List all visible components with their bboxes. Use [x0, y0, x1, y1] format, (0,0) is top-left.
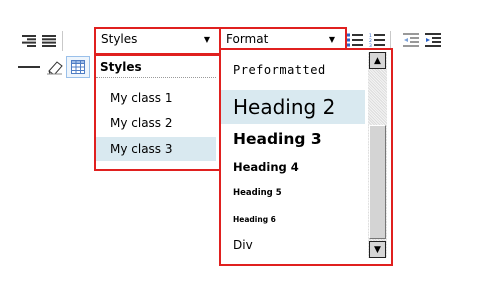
table-icon	[71, 60, 85, 74]
bulleted-list-icon[interactable]	[346, 31, 364, 49]
styles-option-my-class-2[interactable]: My class 2	[96, 111, 216, 135]
scroll-down-icon[interactable]: ▼	[369, 241, 386, 258]
scroll-up-icon[interactable]: ▲	[369, 52, 386, 69]
scrollbar-thumb[interactable]	[369, 125, 386, 239]
chevron-down-icon[interactable]: ▼	[325, 30, 339, 48]
indent-icon[interactable]	[424, 31, 442, 49]
styles-dropdown-header: Styles	[96, 56, 216, 78]
format-option-heading-2[interactable]: Heading 2	[221, 90, 365, 124]
format-option-heading-5[interactable]: Heading 5	[221, 180, 365, 206]
svg-text:3: 3	[369, 43, 372, 47]
styles-dropdown: Styles My class 1 My class 2 My class 3	[94, 54, 222, 171]
numbered-list-icon[interactable]: 1 2 3	[368, 31, 386, 49]
format-option-heading-3[interactable]: Heading 3	[221, 124, 365, 154]
styles-combo-value: Styles	[101, 32, 138, 46]
styles-combo[interactable]: Styles ▼	[94, 27, 222, 55]
table-button[interactable]	[66, 56, 90, 78]
format-option-preformatted[interactable]: Preformatted	[221, 52, 365, 88]
outdent-icon[interactable]	[402, 31, 420, 49]
format-option-heading-4[interactable]: Heading 4	[221, 154, 365, 180]
format-dropdown: Preformatted Heading 2 Heading 3 Heading…	[219, 48, 393, 266]
format-combo-value: Format	[226, 32, 269, 46]
align-right-icon[interactable]	[20, 32, 38, 50]
format-option-heading-6[interactable]: Heading 6	[221, 206, 365, 232]
styles-option-my-class-1[interactable]: My class 1	[96, 86, 216, 110]
eraser-icon[interactable]	[46, 58, 64, 76]
justify-icon[interactable]	[40, 32, 58, 50]
toolbar-separator	[62, 31, 63, 51]
chevron-down-icon[interactable]: ▼	[200, 30, 214, 48]
format-option-div[interactable]: Div	[221, 232, 365, 258]
styles-option-my-class-3[interactable]: My class 3	[96, 137, 216, 161]
horizontal-rule-icon[interactable]	[18, 66, 40, 68]
format-dropdown-scrollbar[interactable]: ▲ ▼	[368, 52, 387, 258]
